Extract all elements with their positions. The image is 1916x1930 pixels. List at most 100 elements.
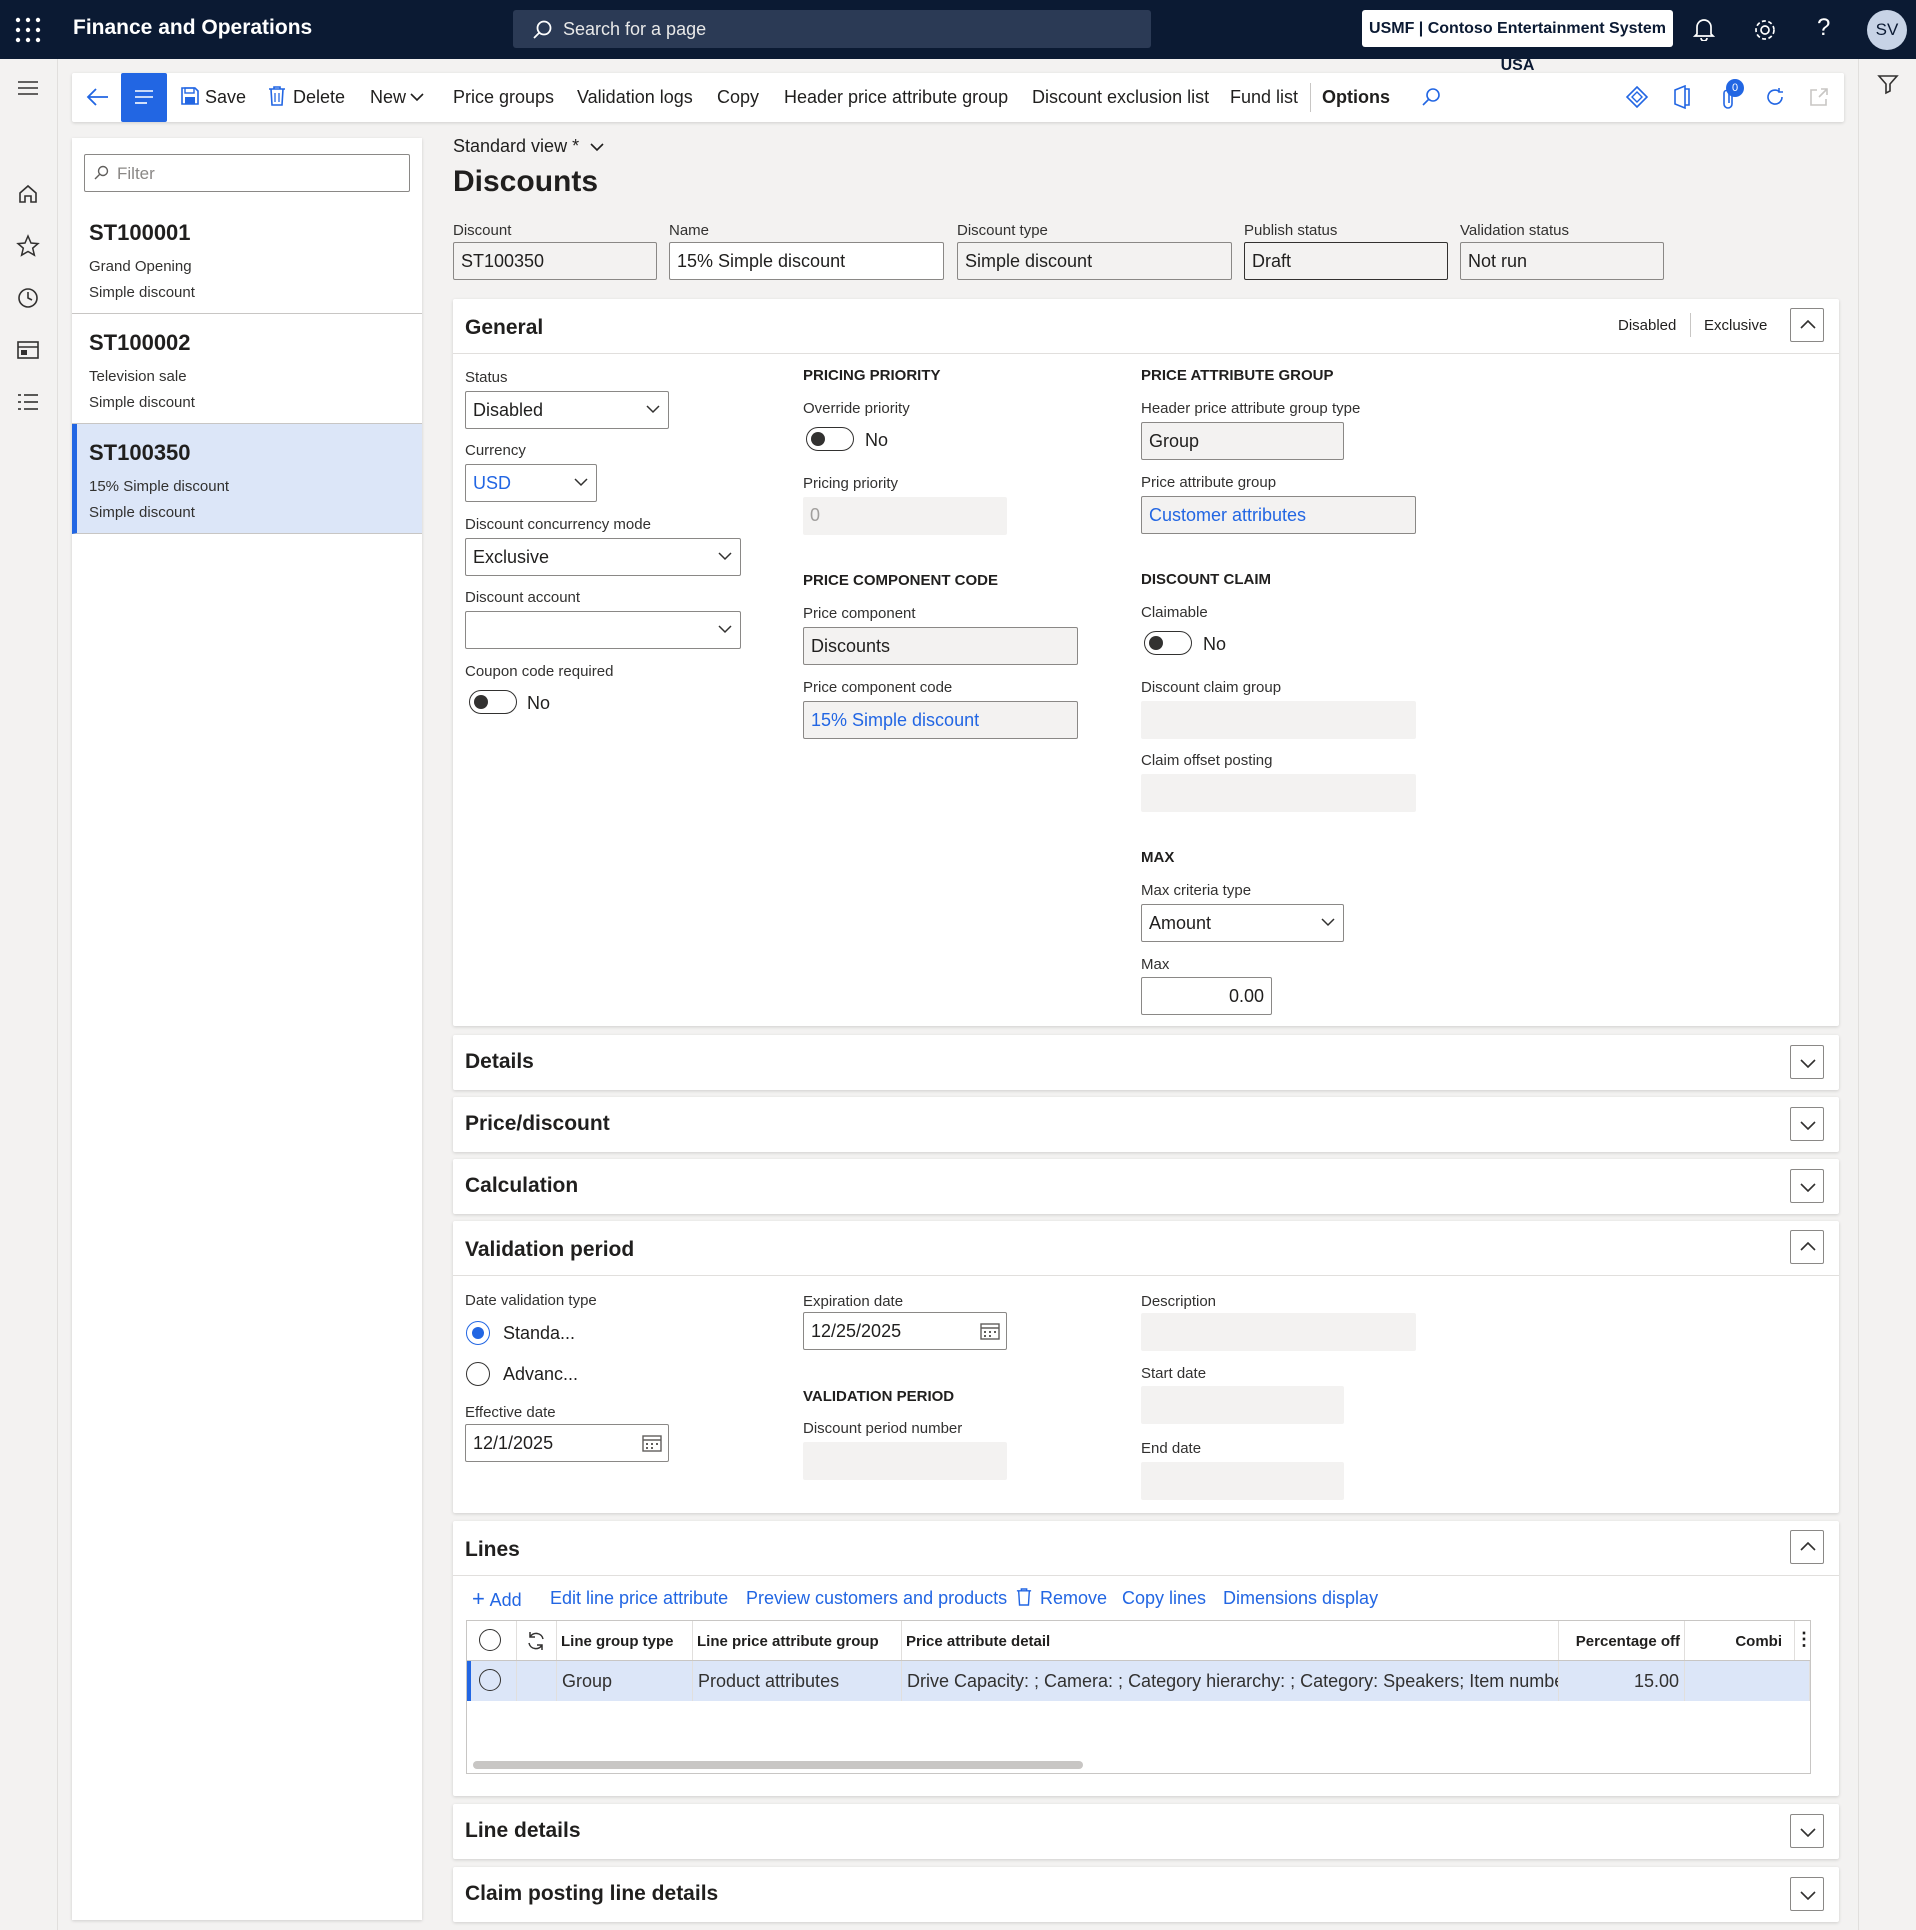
claimable-toggle[interactable] (1144, 631, 1192, 655)
section-title[interactable]: Lines (465, 1538, 520, 1562)
price-attribute-group-field[interactable]: Customer attributes (1141, 496, 1416, 534)
list-filter-input[interactable]: Filter (84, 154, 410, 192)
header-price-attribute-group-button[interactable]: Header price attribute group (784, 87, 1008, 108)
expand-button[interactable] (1790, 1877, 1824, 1911)
refresh-icon[interactable] (1764, 86, 1786, 108)
fund-list-button[interactable]: Fund list (1230, 87, 1298, 108)
section-title[interactable]: Details (465, 1050, 534, 1074)
preview-customers-products-button[interactable]: Preview customers and products (746, 1588, 1007, 1609)
section-title[interactable]: Validation period (465, 1238, 634, 1262)
price-groups-button[interactable]: Price groups (453, 87, 554, 108)
new-menu-button[interactable]: New (370, 87, 406, 108)
dimensions-display-button[interactable]: Dimensions display (1223, 1588, 1378, 1609)
user-avatar[interactable]: SV (1867, 10, 1907, 50)
list-item[interactable]: ST100002 Television sale Simple discount (72, 314, 422, 424)
list-item[interactable]: ST100001 Grand Opening Simple discount (72, 204, 422, 314)
price-attribute-detail-cell[interactable]: Drive Capacity: ; Camera: ; Category hie… (902, 1661, 1559, 1701)
back-arrow-icon[interactable] (86, 86, 110, 108)
column-header[interactable]: Line group type (557, 1621, 693, 1661)
modules-list-icon[interactable] (16, 391, 40, 413)
column-header[interactable]: Line price attribute group (693, 1621, 902, 1661)
help-icon[interactable]: ? (1817, 14, 1830, 42)
edit-line-price-attribute-button[interactable]: Edit line price attribute (550, 1588, 728, 1609)
name-field[interactable]: 15% Simple discount (669, 242, 944, 280)
expand-button[interactable] (1790, 1814, 1824, 1848)
effective-date-field[interactable]: 12/1/2025 (465, 1424, 669, 1462)
discount-account-dropdown[interactable] (465, 611, 741, 649)
section-title[interactable]: Price/discount (465, 1112, 610, 1136)
line-group-type-cell[interactable]: Group (557, 1661, 693, 1701)
hamburger-menu-icon[interactable] (16, 79, 40, 97)
calendar-icon[interactable] (642, 1434, 662, 1452)
concurrency-mode-dropdown[interactable]: Exclusive (465, 538, 741, 576)
delete-button[interactable]: Delete (293, 87, 345, 108)
coupon-code-toggle[interactable] (469, 690, 517, 714)
section-title[interactable]: Claim posting line details (465, 1882, 718, 1906)
home-icon[interactable] (17, 183, 39, 205)
line-price-attribute-group-cell[interactable]: Product attributes (693, 1661, 902, 1701)
options-tab[interactable]: Options (1322, 87, 1390, 108)
validation-status-field[interactable]: Not run (1460, 242, 1664, 280)
app-launcher-icon[interactable] (14, 16, 42, 44)
collapse-button[interactable] (1790, 1530, 1824, 1564)
favorites-star-icon[interactable] (16, 234, 40, 258)
header-pag-type-field[interactable]: Group (1141, 422, 1344, 460)
filter-funnel-icon[interactable] (1877, 73, 1899, 95)
more-options-icon[interactable]: ⋮ (1795, 1629, 1813, 1650)
search-icon[interactable] (1420, 86, 1442, 108)
section-title[interactable]: Line details (465, 1819, 581, 1843)
combine-cell[interactable] (1685, 1661, 1810, 1701)
settings-gear-icon[interactable] (1752, 17, 1778, 43)
column-header[interactable]: Percentage off (1559, 1621, 1685, 1661)
select-all-radio[interactable] (479, 1629, 501, 1651)
section-title[interactable]: General (465, 316, 543, 340)
publish-status-field[interactable]: Draft (1244, 242, 1448, 280)
app-name[interactable]: Finance and Operations (73, 16, 312, 40)
validation-logs-button[interactable]: Validation logs (577, 87, 693, 108)
refresh-icon[interactable] (525, 1630, 547, 1652)
expiration-date-field[interactable]: 12/25/2025 (803, 1312, 1007, 1350)
horizontal-scrollbar[interactable] (473, 1761, 1083, 1769)
override-priority-toggle[interactable] (806, 427, 854, 451)
column-header[interactable]: Combi (1685, 1621, 1795, 1661)
save-button[interactable]: Save (205, 87, 246, 108)
workspaces-icon[interactable] (16, 339, 40, 361)
view-selector[interactable]: Standard view * (453, 136, 604, 157)
price-component-field[interactable]: Discounts (803, 627, 1078, 665)
status-dropdown[interactable]: Disabled (465, 391, 669, 429)
row-select-radio[interactable] (479, 1669, 501, 1691)
copy-button[interactable]: Copy (717, 87, 759, 108)
power-apps-diamond-icon[interactable] (1626, 86, 1648, 108)
notifications-bell-icon[interactable] (1693, 17, 1715, 41)
standard-radio[interactable] (466, 1321, 490, 1345)
percentage-off-cell[interactable]: 15.00 (1559, 1661, 1685, 1701)
remove-line-button[interactable]: Remove (1040, 1588, 1107, 1609)
name-label: Name (669, 222, 710, 239)
company-selector[interactable]: USMF | Contoso Entertainment System USA (1362, 10, 1673, 74)
page-search-input[interactable]: Search for a page (513, 10, 1151, 48)
price-attribute-group-header: PRICE ATTRIBUTE GROUP (1141, 367, 1334, 384)
add-line-button[interactable]: + Add (472, 1586, 522, 1612)
calendar-icon[interactable] (980, 1322, 1000, 1340)
currency-dropdown[interactable]: USD (465, 464, 597, 502)
office-icon[interactable] (1672, 85, 1692, 109)
discount-field[interactable]: ST100350 (453, 242, 657, 280)
collapse-button[interactable] (1790, 308, 1824, 342)
expand-button[interactable] (1790, 1169, 1824, 1203)
discount-exclusion-list-button[interactable]: Discount exclusion list (1032, 87, 1209, 108)
list-view-toggle-button[interactable] (121, 73, 167, 122)
price-component-code-field[interactable]: 15% Simple discount (803, 701, 1078, 739)
recent-clock-icon[interactable] (16, 286, 40, 310)
expand-button[interactable] (1790, 1045, 1824, 1079)
section-title[interactable]: Calculation (465, 1174, 578, 1198)
discount-type-field[interactable]: Simple discount (957, 242, 1232, 280)
expand-button[interactable] (1790, 1107, 1824, 1141)
open-new-window-icon[interactable] (1808, 86, 1830, 108)
copy-lines-button[interactable]: Copy lines (1122, 1588, 1206, 1609)
column-header[interactable]: Price attribute detail (902, 1621, 1559, 1661)
collapse-button[interactable] (1790, 1230, 1824, 1264)
list-item-selected[interactable]: ST100350 15% Simple discount Simple disc… (72, 424, 422, 534)
max-criteria-dropdown[interactable]: Amount (1141, 904, 1344, 942)
advanced-radio[interactable] (466, 1362, 490, 1386)
max-field[interactable]: 0.00 (1141, 977, 1272, 1015)
